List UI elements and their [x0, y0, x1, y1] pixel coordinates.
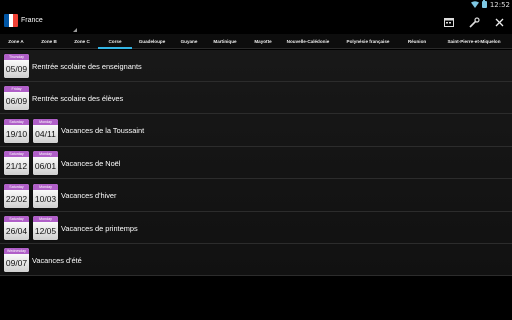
- battery-icon: [481, 0, 487, 8]
- country-label: France: [21, 17, 43, 24]
- event-row[interactable]: Thursday 05/09 Rentrée scolaire des enseig…: [0, 50, 512, 82]
- event-label: Vacances de printemps: [61, 223, 138, 233]
- end-date: 12/05: [33, 222, 58, 240]
- tab-zone-b[interactable]: Zone B: [32, 34, 66, 49]
- spinner-corner-icon: [73, 28, 77, 32]
- end-date: 04/11: [33, 124, 58, 143]
- start-date-calendar-icon: Thursday 05/09: [4, 54, 29, 78]
- event-label: Vacances de Noël: [61, 158, 121, 168]
- empty-bottom-area: [0, 276, 512, 320]
- tab-nouvelle-cal-donie[interactable]: Nouvelle-Calédonie: [274, 34, 342, 49]
- event-list: Thursday 05/09 Rentrée scolaire des enseig…: [0, 50, 512, 277]
- action-bar: France: [0, 9, 512, 34]
- event-row[interactable]: Saturday 19/10 Monday 04/11 Vacances de la T…: [0, 115, 512, 147]
- tab-corse[interactable]: Corse: [98, 34, 132, 49]
- tab-zone-c[interactable]: Zone C: [66, 34, 98, 49]
- tab-guyane[interactable]: Guyane: [172, 34, 206, 49]
- start-date-calendar-icon: Saturday 22/02: [4, 183, 29, 208]
- end-date-calendar-icon: Monday 04/11: [33, 118, 58, 143]
- calendar-export-button[interactable]: [441, 14, 457, 30]
- event-row[interactable]: Friday 06/09 Rentrée scolaire des élèves: [0, 82, 512, 115]
- event-row[interactable]: Saturday 21/12 Monday 06/01 Vacances de Noël: [0, 147, 512, 180]
- settings-tools-icon: [468, 16, 480, 28]
- start-date: 26/04: [4, 222, 29, 240]
- start-date: 19/10: [4, 124, 29, 143]
- start-date: 06/09: [4, 92, 29, 111]
- event-label: Rentrée scolaire des élèves: [32, 93, 124, 103]
- france-flag-icon: [4, 14, 18, 27]
- event-label: Vacances d'été: [32, 255, 82, 265]
- tab-zone-a[interactable]: Zone A: [0, 34, 32, 49]
- start-date-calendar-icon: Saturday 21/12: [4, 151, 29, 176]
- start-date: 21/12: [4, 157, 29, 176]
- end-date: 10/03: [33, 189, 58, 208]
- event-row[interactable]: Saturday 26/04 Monday 12/05 Vacances de prin…: [0, 212, 512, 244]
- close-button[interactable]: [491, 14, 507, 30]
- start-date-calendar-icon: Wednesday 09/07: [4, 248, 29, 273]
- start-date-calendar-icon: Saturday 26/04: [4, 216, 29, 240]
- tab-martinique[interactable]: Martinique: [206, 34, 244, 49]
- status-icons: 12:52: [470, 0, 510, 9]
- zone-tabs: Zone A Zone B Zone C Corse Guadeloupe Guyane M…: [0, 34, 512, 49]
- start-date-calendar-icon: Saturday 19/10: [4, 118, 29, 143]
- status-bar: 12:52: [0, 0, 512, 9]
- end-date-calendar-icon: Monday 12/05: [33, 216, 58, 240]
- settings-tools-button[interactable]: [466, 14, 482, 30]
- calendar-export-icon: [444, 18, 454, 27]
- event-label: Vacances de la Toussaint: [61, 126, 145, 136]
- end-date-calendar-icon: Monday 06/01: [33, 151, 58, 176]
- close-icon: [495, 18, 503, 26]
- start-date: 09/07: [4, 254, 29, 273]
- status-time: 12:52: [489, 0, 510, 9]
- start-date: 22/02: [4, 189, 29, 208]
- tab-polyn-sie-fran-aise[interactable]: Polynésie française: [336, 34, 400, 49]
- end-date: 06/01: [33, 157, 58, 176]
- event-label: Rentrée scolaire des enseignants: [32, 61, 142, 71]
- tab-saint-pierre-et-miquelon[interactable]: Saint-Pierre-et-Miquelon: [436, 34, 512, 49]
- start-date: 05/09: [4, 60, 29, 78]
- wifi-icon: [470, 1, 479, 8]
- tab-r-union[interactable]: Réunion: [398, 34, 436, 49]
- event-row[interactable]: Wednesday 09/07 Vacances d'été: [0, 244, 512, 277]
- country-spinner[interactable]: France: [21, 16, 77, 32]
- event-row[interactable]: Saturday 22/02 Monday 10/03 Vacances d'hiver: [0, 180, 512, 212]
- end-date-calendar-icon: Monday 10/03: [33, 183, 58, 208]
- tab-guadeloupe[interactable]: Guadeloupe: [132, 34, 172, 49]
- start-date-calendar-icon: Friday 06/09: [4, 86, 29, 111]
- event-label: Vacances d'hiver: [61, 191, 117, 201]
